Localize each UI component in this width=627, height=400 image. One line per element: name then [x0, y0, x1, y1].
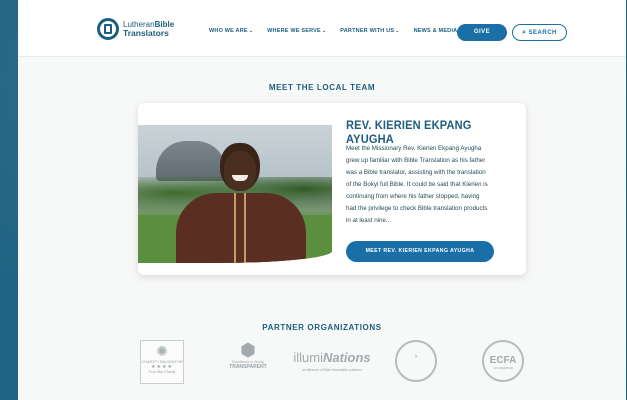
- illuminations-logo[interactable]: illumiNations an alliance of Bible trans…: [290, 340, 374, 384]
- hexagon-cluster-icon: ⬢: [240, 340, 256, 360]
- meet-team-member-button[interactable]: MEET REV. KIERIEN EKPANG AYUGHA: [346, 241, 494, 262]
- circular-seal-logo[interactable]: ✝: [395, 340, 437, 382]
- transparency-seal-logo[interactable]: ⬢ Excellence in Giving TRANSPARENT: [225, 340, 271, 384]
- seal-icon: ✝: [414, 354, 418, 359]
- search-icon: ⌕: [522, 29, 527, 36]
- chevron-down-icon: ⌄: [248, 28, 254, 34]
- partner-logos: ✺ CHARITY NAVIGATOR ★★★★ Four Star Chari…: [18, 340, 626, 400]
- nav-who-we-are[interactable]: WHO WE ARE⌄: [209, 28, 253, 34]
- charity-navigator-logo[interactable]: ✺ CHARITY NAVIGATOR ★★★★ Four Star Chari…: [140, 340, 184, 384]
- search-label: SEARCH: [528, 30, 557, 36]
- ecfa-logo[interactable]: ECFA ACCREDITED: [482, 340, 524, 382]
- team-member-card: REV. KIERIEN EKPANG AYUGHA Meet the Miss…: [138, 103, 526, 275]
- nav-partner-with-us[interactable]: PARTNER WITH US⌄: [340, 28, 399, 34]
- charity-navigator-icon: ✺: [156, 343, 168, 359]
- bible-logo-icon: [97, 18, 119, 40]
- team-section-title: MEET THE LOCAL TEAM: [268, 83, 376, 92]
- nav-where-we-serve[interactable]: WHERE WE SERVE⌄: [267, 28, 326, 34]
- team-member-photo: [138, 125, 332, 263]
- partners-section-title: PARTNER ORGANIZATIONS: [262, 323, 382, 332]
- logo-text-line2: Translators: [123, 28, 169, 38]
- site-logo[interactable]: LutheranBible Translators: [97, 18, 174, 40]
- main-nav: WHO WE ARE⌄ WHERE WE SERVE⌄ PARTNER WITH…: [209, 28, 477, 34]
- nav-news-media[interactable]: NEWS & MEDIA⌄: [414, 28, 463, 34]
- search-button[interactable]: ⌕ SEARCH: [512, 24, 567, 41]
- chevron-down-icon: ⌄: [395, 28, 400, 34]
- team-member-bio: Meet the Missionary Rev. Kierien Ekpang …: [346, 145, 488, 224]
- team-member-name: REV. KIERIEN EKPANG AYUGHA: [346, 118, 472, 146]
- chevron-down-icon: ⌄: [321, 28, 327, 34]
- site-header: LutheranBible Translators WHO WE ARE⌄ WH…: [18, 0, 626, 57]
- page: LutheranBible Translators WHO WE ARE⌄ WH…: [18, 0, 626, 400]
- give-button[interactable]: GIVE: [457, 24, 507, 41]
